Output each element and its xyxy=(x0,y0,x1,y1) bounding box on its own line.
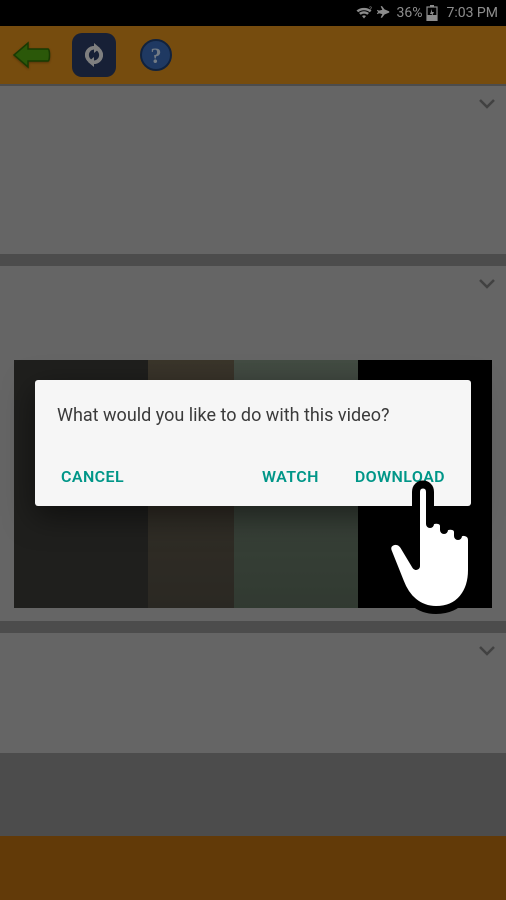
watch-button[interactable]: WATCH xyxy=(258,457,323,496)
cancel-button[interactable]: CANCEL xyxy=(57,457,128,496)
video-action-dialog: What would you like to do with this vide… xyxy=(35,380,471,506)
dialog-actions: CANCEL WATCH DOWNLOAD xyxy=(57,457,449,496)
dialog-message: What would you like to do with this vide… xyxy=(57,404,449,427)
download-button[interactable]: DOWNLOAD xyxy=(351,457,449,496)
